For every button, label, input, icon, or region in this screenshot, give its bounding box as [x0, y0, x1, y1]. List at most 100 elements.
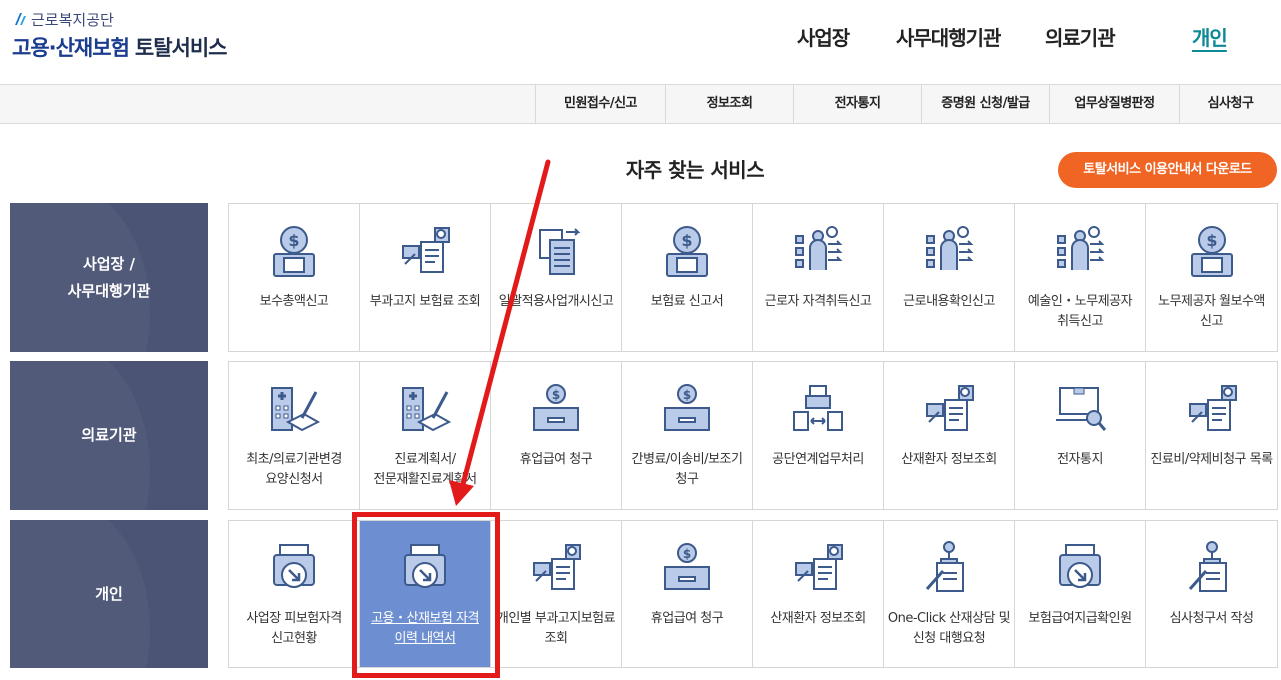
submenu-bar: 민원접수/신고 정보조회 전자통지 증명원 신청/발급 업무상질병판정 심사청구 — [0, 84, 1281, 124]
money-document-icon: $ — [1182, 220, 1242, 280]
search-receipt-icon — [1182, 378, 1242, 438]
service-item-label: 보수총액신고 — [259, 294, 329, 309]
svg-text:$: $ — [683, 388, 691, 402]
service-item[interactable]: 부과고지 보험료 조회 — [360, 204, 491, 351]
service-item-label: 개인별 부과고지보험료 조회 — [496, 611, 616, 646]
service-item-label: 사업장 피보험자격 신고현황 — [246, 611, 342, 646]
topnav-workplace[interactable]: 사업장 — [797, 22, 850, 52]
service-item[interactable]: $ 간병료/이송비/보조기 청구 — [622, 362, 753, 509]
service-item[interactable]: 예술인・노무제공자 취득신고 — [1015, 204, 1146, 351]
category-workplace: 사업장 / 사무대행기관 — [10, 203, 208, 352]
search-receipt-icon — [526, 537, 586, 597]
service-item[interactable]: 산재환자 정보조회 — [884, 362, 1015, 509]
service-item-label: 근로내용확인신고 — [903, 294, 995, 309]
printer-exchange-icon — [788, 378, 848, 438]
svg-text:$: $ — [288, 231, 299, 250]
topnav-medical[interactable]: 의료기관 — [1045, 22, 1116, 52]
service-item[interactable]: 진료비/약제비청구 목록 — [1146, 362, 1277, 509]
svg-text:$: $ — [681, 231, 692, 250]
submenu-review-request[interactable]: 심사청구 — [1179, 85, 1281, 123]
service-item[interactable]: $ 보수총액신고 — [229, 204, 360, 351]
service-item[interactable]: 공단연계업무처리 — [753, 362, 884, 509]
service-item[interactable]: $ 노무제공자 월보수액 신고 — [1146, 204, 1277, 351]
svg-text:$: $ — [552, 388, 560, 402]
service-item-label: 공단연계업무처리 — [772, 452, 864, 467]
svg-text:$: $ — [1206, 231, 1217, 250]
service-item-label: 부과고지 보험료 조회 — [369, 294, 481, 309]
service-item[interactable]: One-Click 산재상담 및 신청 대행요청 — [884, 521, 1015, 667]
service-item-label: 휴업급여 청구 — [519, 452, 593, 467]
service-grid-medical: 최초/의료기관변경 요양신청서 진료계획서/전문재활진료계획서 $ 휴업급여 청구 $ 간… — [228, 361, 1278, 510]
service-item-label: 예술인・노무제공자 취득신고 — [1027, 294, 1133, 329]
search-receipt-icon — [788, 537, 848, 597]
search-receipt-icon — [395, 220, 455, 280]
category-label: 사업장 / 사무대행기관 — [67, 254, 151, 300]
service-item[interactable]: 사업장 피보험자격 신고현황 — [229, 521, 360, 667]
coin-box-icon: $ — [526, 378, 586, 438]
service-item-label: 전자통지 — [1057, 452, 1103, 467]
service-grid-workplace: $ 보수총액신고 부과고지 보험료 조회 일괄적용사업개시신고 $ 보험료 신고서 근로자 … — [228, 203, 1278, 352]
presenter-chart-icon — [1050, 220, 1110, 280]
service-item-label: 심사청구서 작성 — [1169, 611, 1254, 626]
category-label: 의료기관 — [81, 426, 137, 444]
comwel-logo-icon — [15, 13, 26, 25]
service-item[interactable]: 전자통지 — [1015, 362, 1146, 509]
header: 근로복지공단 고용·산재보험 토탈서비스 사업장 사무대행기관 의료기관 개인 — [0, 0, 1281, 84]
service-item[interactable]: 산재환자 정보조회 — [753, 521, 884, 667]
service-item[interactable]: $ 휴업급여 청구 — [491, 362, 622, 509]
coin-box-icon: $ — [657, 537, 717, 597]
service-item[interactable]: 근로자 자격취득신고 — [753, 204, 884, 351]
service-item-label: 노무제공자 월보수액 신고 — [1158, 294, 1265, 329]
service-item[interactable]: 최초/의료기관변경 요양신청서 — [229, 362, 360, 509]
submenu-complaint[interactable]: 민원접수/신고 — [535, 85, 665, 123]
submenu-e-notice[interactable]: 전자통지 — [793, 85, 921, 123]
documents-transfer-icon — [526, 220, 586, 280]
service-item-label: 휴업급여 청구 — [650, 611, 724, 626]
service-item-label: 보험급여지급확인원 — [1028, 611, 1132, 626]
service-item-label: 진료비/약제비청구 목록 — [1150, 452, 1273, 467]
logo-title-main: 고용·산재보험 — [12, 36, 130, 60]
submenu-certificate[interactable]: 증명원 신청/발급 — [921, 85, 1049, 123]
coin-box-icon: $ — [657, 378, 717, 438]
pin-document-icon — [919, 537, 979, 597]
category-label: 개인 — [95, 584, 123, 603]
category-individual: 개인 — [10, 520, 208, 668]
service-item-label: 근로자 자격취득신고 — [764, 294, 872, 309]
topnav-agency[interactable]: 사무대행기관 — [896, 22, 1001, 52]
annotation-highlight-box — [352, 512, 500, 678]
service-item[interactable]: 근로내용확인신고 — [884, 204, 1015, 351]
service-item-label: 산재환자 정보조회 — [901, 452, 997, 467]
service-item[interactable]: $ 보험료 신고서 — [622, 204, 753, 351]
money-document-icon: $ — [264, 220, 324, 280]
logo-title-sub: 토탈서비스 — [134, 36, 228, 60]
laptop-search-icon — [1050, 378, 1110, 438]
service-item[interactable]: 진료계획서/전문재활진료계획서 — [360, 362, 491, 509]
guide-download-button[interactable]: 토탈서비스 이용안내서 다운로드 — [1058, 152, 1277, 188]
service-item[interactable]: 일괄적용사업개시신고 — [491, 204, 622, 351]
service-item-label: 보험료 신고서 — [650, 294, 724, 309]
section-title: 자주 찾는 서비스 — [625, 158, 765, 182]
service-item-label: 진료계획서/전문재활진료계획서 — [373, 452, 477, 487]
submenu-disease-judgment[interactable]: 업무상질병판정 — [1049, 85, 1179, 123]
site-logo[interactable]: 근로복지공단 고용·산재보험 토탈서비스 — [12, 8, 228, 62]
service-item-label: 산재환자 정보조회 — [770, 611, 866, 626]
logo-org-name: 근로복지공단 — [31, 10, 114, 29]
money-document-icon: $ — [657, 220, 717, 280]
printer-download-icon — [264, 537, 324, 597]
pin-document-icon — [1182, 537, 1242, 597]
service-item-label: 최초/의료기관변경 요양신청서 — [246, 452, 342, 487]
topnav-individual[interactable]: 개인 — [1192, 22, 1228, 52]
service-item-label: 일괄적용사업개시신고 — [498, 294, 614, 309]
service-item[interactable]: 개인별 부과고지보험료 조회 — [491, 521, 622, 667]
search-receipt-icon — [919, 378, 979, 438]
hospital-writing-icon — [264, 378, 324, 438]
service-item[interactable]: 심사청구서 작성 — [1146, 521, 1277, 667]
service-item-label: 간병료/이송비/보조기 청구 — [631, 452, 743, 487]
service-item-label: One-Click 산재상담 및 신청 대행요청 — [887, 611, 1011, 646]
submenu-info-lookup[interactable]: 정보조회 — [665, 85, 793, 123]
hospital-writing-icon — [395, 378, 455, 438]
category-medical: 의료기관 — [10, 361, 208, 510]
service-item[interactable]: $ 휴업급여 청구 — [622, 521, 753, 667]
printer-download-icon — [1050, 537, 1110, 597]
service-item[interactable]: 보험급여지급확인원 — [1015, 521, 1146, 667]
